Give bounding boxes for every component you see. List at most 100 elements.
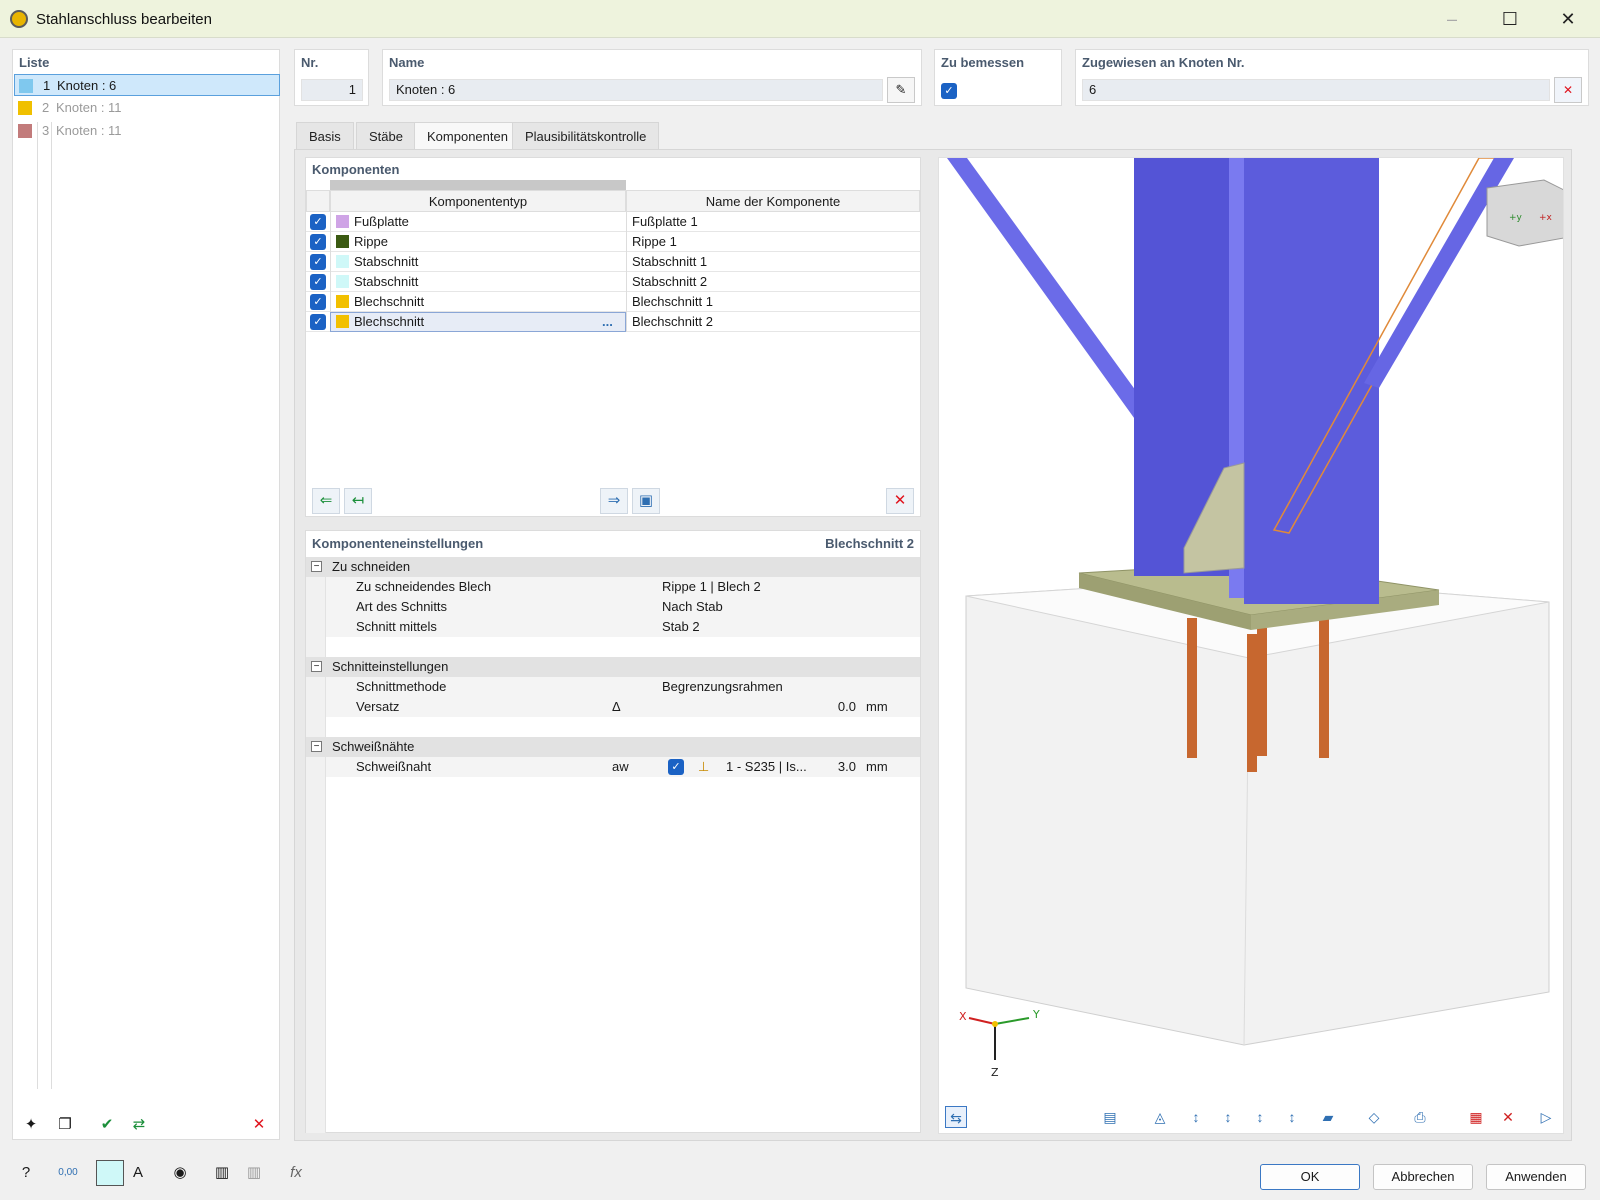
pick-node-icon[interactable]: ✕ — [1554, 77, 1582, 103]
minimize-button[interactable]: – — [1440, 8, 1464, 30]
row-versatz[interactable]: Versatz Δ 0.0 mm — [326, 697, 920, 717]
row-schnitt-mittels[interactable]: Schnitt mittels Stab 2 — [326, 617, 920, 637]
color-swatch — [18, 101, 32, 115]
row-schnittmethode[interactable]: Schnittmethode Begrenzungsrahmen — [326, 677, 920, 697]
sync-view-icon[interactable]: ⇆ — [945, 1106, 967, 1128]
component-checkbox[interactable]: ✓ — [310, 294, 326, 310]
view-z-icon[interactable]: ↕ — [1249, 1106, 1271, 1128]
check-all-icon[interactable]: ✔ — [93, 1112, 121, 1138]
section-schweissnaehte[interactable]: − Schweißnähte — [306, 737, 920, 757]
component-color-swatch — [336, 295, 349, 308]
display-options-icon[interactable]: ▤ — [1099, 1106, 1121, 1128]
reset-view-icon[interactable]: ✕ — [1497, 1106, 1519, 1128]
svg-text:+y: +y — [1509, 213, 1523, 223]
component-checkbox[interactable]: ✓ — [310, 254, 326, 270]
model-viewport[interactable]: +y +x X Y Z ⇆ ▤ ◬ ↕ ↕ ↕ ↕ ▰ ◇ ⎙ ▦ ✕ ▷ — [938, 157, 1564, 1134]
cancel-button[interactable]: Abbrechen — [1373, 1164, 1473, 1190]
formula-icon[interactable]: fx — [282, 1160, 310, 1186]
view-icon[interactable]: ◉ — [166, 1160, 194, 1186]
settings-panel: Komponenteneinstellungen Blechschnitt 2 … — [305, 530, 921, 1133]
print-icon[interactable]: ⎙ — [1409, 1106, 1431, 1128]
copy-item-icon[interactable]: ❐ — [51, 1112, 79, 1138]
settings-current: Blechschnitt 2 — [825, 536, 914, 551]
anchor-bolt — [1257, 628, 1267, 756]
component-color-swatch — [336, 255, 349, 268]
view-cube[interactable]: +y +x — [1486, 179, 1564, 247]
assigned-node-field[interactable]: 6 — [1082, 79, 1550, 101]
iso-view-icon[interactable]: ◇ — [1363, 1106, 1385, 1128]
row-schweissnaht[interactable]: Schweißnaht aw ✓ ⊥ 1 - S235 | Is... 3.0 … — [326, 757, 920, 777]
section-zu-schneiden[interactable]: − Zu schneiden — [306, 557, 920, 577]
component-row[interactable]: ✓ Fußplatte Fußplatte 1 — [306, 212, 920, 232]
design-panel: Zu bemessen ✓ — [934, 49, 1062, 106]
insert-component-icon[interactable]: ↤ — [344, 488, 372, 514]
svg-text:Z: Z — [991, 1066, 999, 1079]
weld-type-icon[interactable]: ⊥ — [698, 757, 709, 777]
list-header: Liste — [19, 55, 50, 70]
tab-staebe[interactable]: Stäbe — [356, 122, 416, 149]
dxf-export-icon[interactable]: ▦ — [1465, 1106, 1487, 1128]
help-icon[interactable]: ? — [12, 1160, 40, 1186]
component-row[interactable]: ✓ Stabschnitt Stabschnitt 2 — [306, 272, 920, 292]
tab-plausibility[interactable]: Plausibilitätskontrolle — [512, 122, 660, 149]
assigned-panel: Zugewiesen an Knoten Nr. 6 ✕ — [1075, 49, 1589, 106]
component-color-swatch — [336, 275, 349, 288]
model-icon[interactable]: ▥ — [208, 1160, 236, 1186]
view-minus-y-icon[interactable]: ↕ — [1217, 1106, 1239, 1128]
svg-text:Y: Y — [1032, 1008, 1040, 1021]
component-checkbox[interactable]: ✓ — [310, 274, 326, 290]
nr-panel: Nr. 1 — [294, 49, 369, 106]
import-component-icon[interactable]: ⇐ — [312, 488, 340, 514]
more-options-button[interactable]: ... — [602, 312, 613, 331]
component-checkbox[interactable]: ✓ — [310, 314, 326, 330]
col-component-type[interactable]: Komponententyp — [330, 190, 626, 212]
window-title: Stahlanschluss bearbeiten — [36, 11, 212, 28]
svg-text:+x: +x — [1539, 213, 1553, 223]
design-checkbox[interactable]: ✓ — [941, 83, 957, 99]
edit-name-icon[interactable]: ✎ — [887, 77, 915, 103]
connection-3d-model: +y +x X Y Z — [947, 158, 1564, 1079]
list-item[interactable]: 3 Knoten : 11 — [14, 120, 280, 142]
component-color-swatch — [336, 315, 349, 328]
name-field[interactable]: Knoten : 6 — [389, 79, 883, 101]
units-icon[interactable]: 0,00 — [54, 1160, 82, 1186]
model2-icon[interactable]: ▥ — [240, 1160, 268, 1186]
components-panel: Komponenten Komponententyp Name der Komp… — [305, 157, 921, 517]
component-row[interactable]: ✓ Blechschnitt... Blechschnitt 2 — [306, 312, 920, 332]
component-row[interactable]: ✓ Blechschnitt Blechschnitt 1 — [306, 292, 920, 312]
save-component-icon[interactable]: ▣ — [632, 488, 660, 514]
new-item-icon[interactable]: ✦ — [17, 1112, 45, 1138]
library-icon[interactable]: ⇒ — [600, 488, 628, 514]
component-row[interactable]: ✓ Rippe Rippe 1 — [306, 232, 920, 252]
render-mode-icon[interactable]: ▰ — [1317, 1106, 1339, 1128]
component-row[interactable]: ✓ Stabschnitt Stabschnitt 1 — [306, 252, 920, 272]
panel-toggle-icon[interactable]: ▷ — [1535, 1106, 1557, 1128]
text-icon[interactable]: A — [124, 1160, 152, 1186]
component-checkbox[interactable]: ✓ — [310, 214, 326, 230]
row-zu-schneidendes-blech[interactable]: Zu schneidendes Blech Rippe 1 | Blech 2 — [326, 577, 920, 597]
toggle-check-icon[interactable]: ⇄ — [125, 1112, 153, 1138]
delete-component-icon[interactable]: ✕ — [886, 488, 914, 514]
tab-komponenten[interactable]: Komponenten — [414, 122, 521, 149]
view-x-icon[interactable]: ↕ — [1185, 1106, 1207, 1128]
anchor-bolt — [1319, 618, 1329, 758]
weld-checkbox[interactable]: ✓ — [668, 759, 684, 775]
component-checkbox[interactable]: ✓ — [310, 234, 326, 250]
component-color-swatch — [336, 215, 349, 228]
maximize-button[interactable]: ☐ — [1498, 8, 1522, 30]
tab-basis[interactable]: Basis — [296, 122, 354, 149]
measure-icon[interactable]: ◬ — [1149, 1106, 1171, 1128]
color-icon[interactable] — [96, 1160, 124, 1186]
row-art-des-schnitts[interactable]: Art des Schnitts Nach Stab — [326, 597, 920, 617]
delete-item-icon[interactable]: ✕ — [245, 1112, 273, 1138]
ok-button[interactable]: OK — [1260, 1164, 1360, 1190]
weld-material[interactable]: 1 - S235 | Is... — [726, 757, 807, 777]
col-component-name[interactable]: Name der Komponente — [626, 190, 920, 212]
nr-field[interactable]: 1 — [301, 79, 363, 101]
close-button[interactable]: ✕ — [1556, 8, 1580, 30]
list-item[interactable]: 1 Knoten : 6 — [14, 74, 280, 96]
section-schnitteinstellungen[interactable]: − Schnitteinstellungen — [306, 657, 920, 677]
view-minus-z-icon[interactable]: ↕ — [1281, 1106, 1303, 1128]
list-item[interactable]: 2 Knoten : 11 — [14, 97, 280, 119]
apply-button[interactable]: Anwenden — [1486, 1164, 1586, 1190]
